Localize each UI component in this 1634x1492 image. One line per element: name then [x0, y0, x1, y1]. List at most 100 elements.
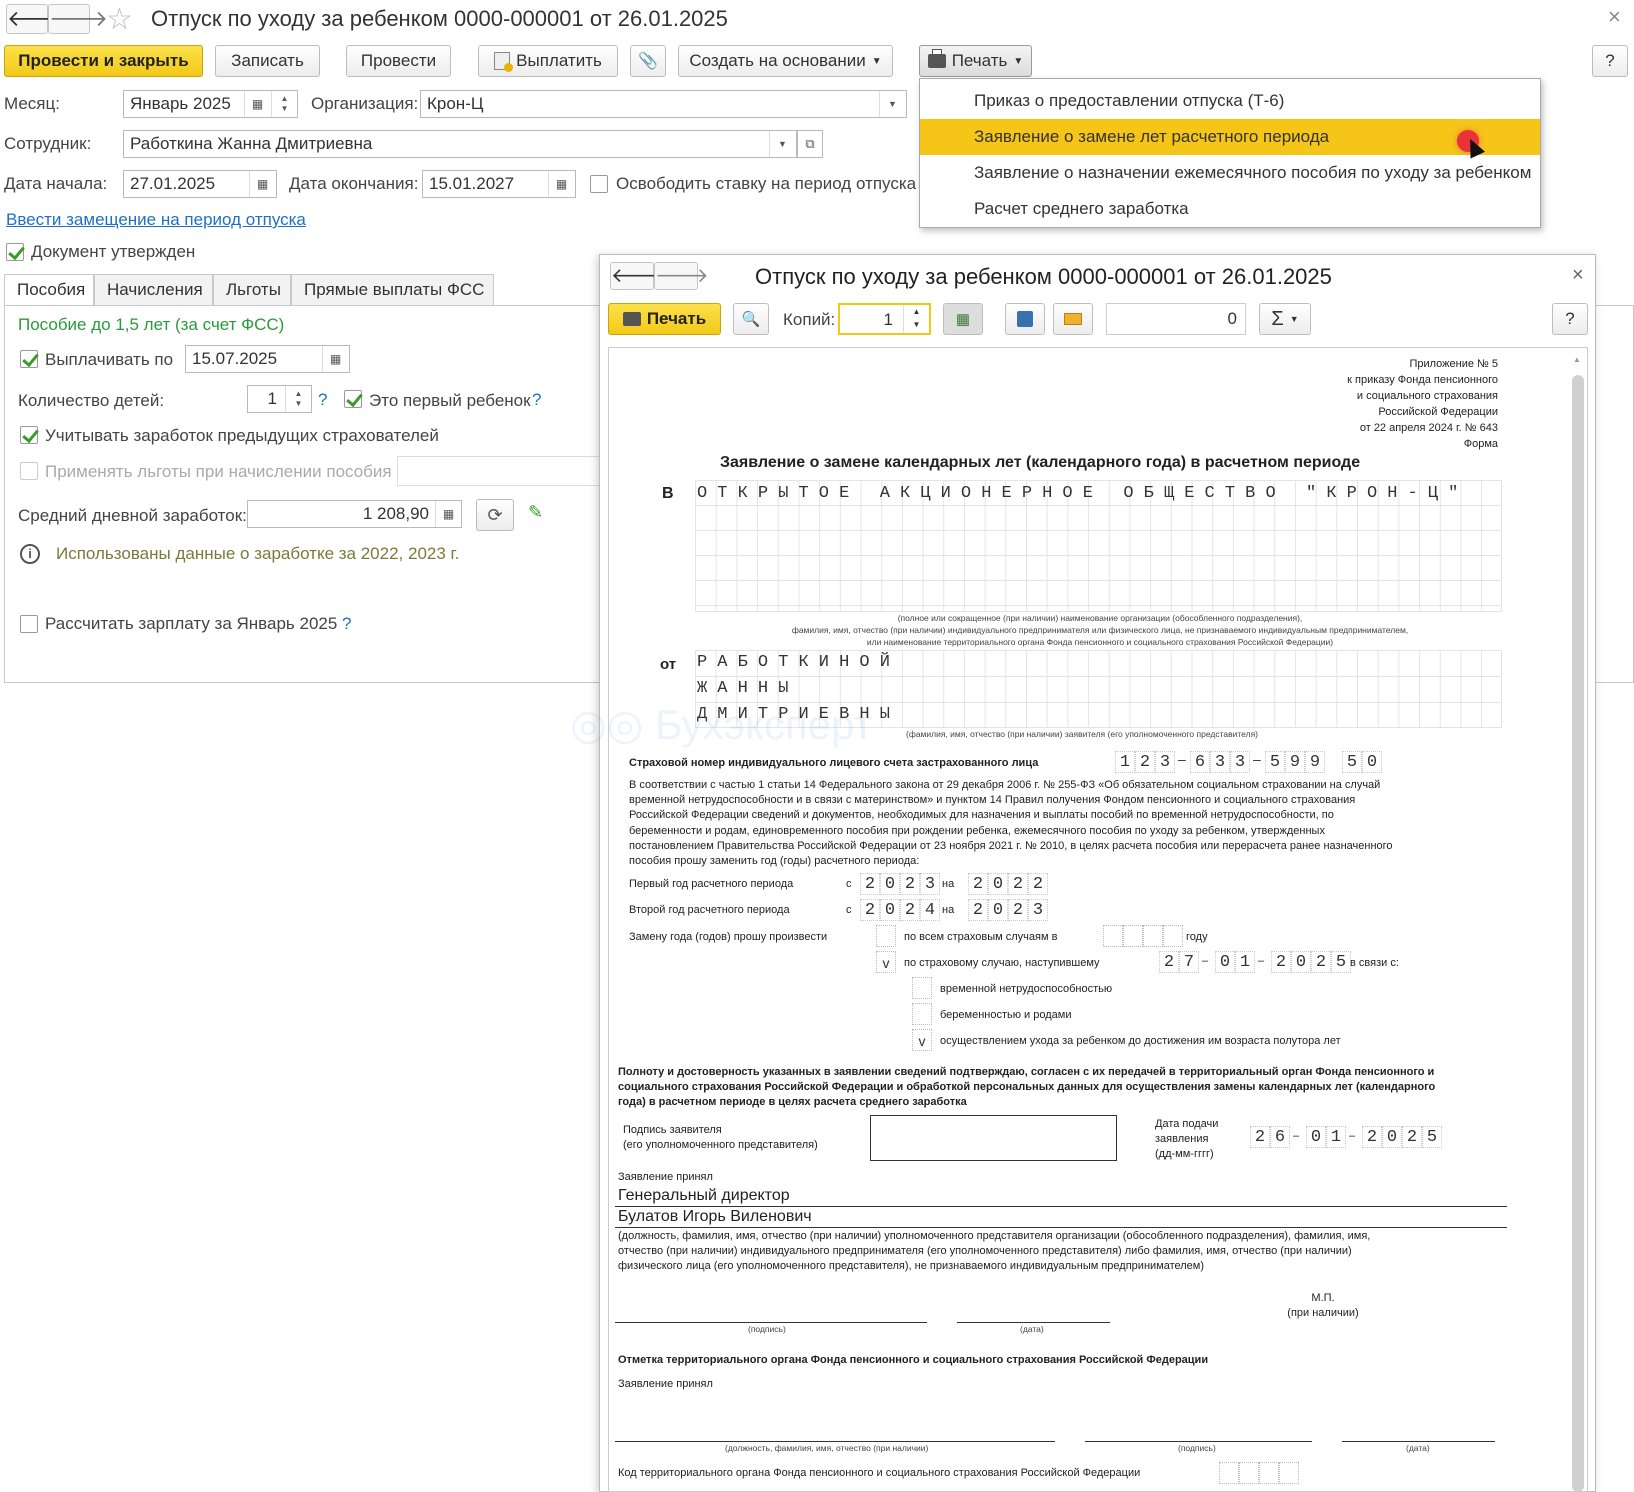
body-text: В соответствии с частью 1 статьи 14 Феде…	[629, 778, 1393, 869]
prev-employers-checkbox[interactable]	[20, 426, 38, 444]
year-digit: 2	[900, 873, 920, 895]
apply-benefits-checkbox[interactable]	[20, 462, 38, 480]
preview-help-button[interactable]: ?	[1552, 303, 1588, 335]
children-field[interactable]: 1 ▲ ▼	[247, 385, 312, 413]
preview-forward-button[interactable]: 🡒	[654, 262, 709, 290]
month-field[interactable]: Январь 2025 ▦ ▲ ▼	[123, 90, 298, 118]
children-value: 1	[267, 389, 277, 408]
chevron-down-icon[interactable]: ▼	[879, 91, 905, 117]
employee-field[interactable]: Работкина Жанна Дмитриевна ▼	[123, 130, 797, 158]
menu-item-avg-earnings[interactable]: Расчет среднего заработка	[920, 191, 1522, 227]
stepper-icon[interactable]: ▲ ▼	[271, 91, 297, 117]
end-date-field[interactable]: 15.01.2027 ▦	[422, 170, 576, 198]
stepper-icon[interactable]: ▲ ▼	[285, 386, 311, 412]
accepted-caption-line: отчество (при наличии) индивидуального п…	[618, 1245, 1352, 1257]
help-icon[interactable]: ?	[318, 390, 327, 410]
refresh-button[interactable]: ⟳	[476, 499, 514, 531]
approved-checkbox[interactable]	[6, 243, 24, 261]
post-and-close-button[interactable]: Провести и закрыть	[4, 45, 203, 77]
print-dropdown-menu: Приказ о предоставлении отпуска (Т-6) За…	[919, 78, 1541, 228]
body-line: Российской Федерации сведений и документ…	[629, 809, 1334, 822]
scroll-up-icon[interactable]: ▲	[1573, 355, 1581, 364]
first-to-prefix: на	[942, 878, 955, 890]
date-digit: 2	[1159, 951, 1179, 973]
pencil-icon[interactable]: ✎	[528, 502, 543, 523]
calendar-icon[interactable]: ▦	[548, 171, 574, 197]
pay-until-field[interactable]: 15.07.2025 ▦	[185, 345, 350, 373]
reason-1: временной нетрудоспособностью	[940, 983, 1113, 995]
employee-label: Сотрудник:	[4, 134, 92, 153]
menu-item-t6-order[interactable]: Приказ о предоставлении отпуска (Т-6)	[920, 83, 1522, 119]
snils-digit: 5	[1265, 751, 1285, 773]
avg-earnings-value: 1 208,90	[362, 504, 429, 523]
snils-dash: –	[1253, 751, 1261, 767]
benefits-field[interactable]	[397, 456, 607, 486]
create-based-on-button[interactable]: Создать на основании ▼	[678, 45, 893, 77]
calc-salary-checkbox[interactable]	[20, 615, 38, 633]
edit-mode-button[interactable]: ▦	[943, 303, 983, 335]
back-button[interactable]: 🡐	[6, 4, 66, 34]
tab-fss-payments[interactable]: Прямые выплаты ФСС	[291, 274, 494, 306]
help-icon[interactable]: ?	[532, 390, 541, 410]
menu-item-replace-years[interactable]: Заявление о замене лет расчетного период…	[920, 119, 1540, 155]
calendar-icon[interactable]: ▦	[244, 91, 270, 117]
send-email-button[interactable]	[1053, 303, 1093, 335]
save-button[interactable]: Записать	[215, 45, 320, 77]
snils-digit: 0	[1362, 751, 1382, 773]
start-date-field[interactable]: 27.01.2025 ▦	[123, 170, 277, 198]
avg-earnings-field[interactable]: 1 208,90 ▦	[247, 500, 462, 528]
tab-privileges[interactable]: Льготы	[213, 274, 291, 306]
first-child-checkbox[interactable]	[344, 390, 362, 408]
chevron-down-icon: ▼	[1289, 314, 1299, 324]
open-employee-button[interactable]: ⧉	[797, 130, 823, 158]
year-digit: 2	[968, 899, 988, 921]
all-cases-box	[876, 925, 896, 947]
document-scrollbar[interactable]	[1572, 375, 1584, 1492]
pay-button[interactable]: Выплатить	[478, 45, 618, 77]
close-window-icon[interactable]: ×	[1608, 4, 1621, 30]
free-rate-label: Освободить ставку на период отпуска	[616, 174, 917, 193]
sum-mode-button[interactable]: Σ ▼	[1259, 303, 1311, 335]
menu-item-monthly-benefit[interactable]: Заявление о назначении ежемесячного посо…	[920, 155, 1531, 191]
snils-digit: 2	[1135, 751, 1155, 773]
year-digit: 0	[880, 899, 900, 921]
preview-back-button[interactable]: 🡐	[610, 262, 665, 290]
end-date-label: Дата окончания:	[289, 174, 419, 193]
preview-zoom-button[interactable]: 🔍	[733, 303, 769, 335]
help-button[interactable]: ?	[1592, 45, 1628, 77]
from-line-2: ЖАННЫ	[697, 679, 799, 698]
preview-close-icon[interactable]: ×	[1572, 264, 1584, 287]
reason-3: осуществлением ухода за ребенком до дост…	[940, 1035, 1341, 1047]
sum-field[interactable]: 0	[1106, 303, 1246, 335]
copies-label: Копий:	[783, 310, 836, 329]
post-button[interactable]: Провести	[346, 45, 451, 77]
calendar-icon[interactable]: ▦	[249, 171, 275, 197]
attach-button[interactable]: 📎	[630, 45, 666, 77]
save-file-button[interactable]	[1005, 303, 1045, 335]
first-child-label: Это первый ребенок	[369, 391, 531, 410]
tab-accruals[interactable]: Начисления	[94, 274, 213, 306]
year-digit: 0	[988, 873, 1008, 895]
calculator-icon[interactable]: ▦	[435, 501, 461, 527]
substitution-link[interactable]: Ввести замещение на период отпуска	[6, 210, 306, 230]
copies-field[interactable]: 1 ▲ ▼	[838, 303, 931, 335]
stamp-line: М.П.	[1311, 1292, 1335, 1304]
organization-field[interactable]: Крон-Ц ▼	[420, 90, 907, 118]
print-button[interactable]: Печать ▼	[919, 45, 1032, 77]
favorite-star-icon[interactable]: ☆	[106, 2, 133, 37]
calendar-icon[interactable]: ▦	[322, 346, 348, 372]
preview-print-button[interactable]: Печать	[608, 303, 721, 335]
stepper-icon[interactable]: ▲ ▼	[903, 305, 929, 333]
floppy-icon	[1017, 311, 1033, 327]
start-date-value: 27.01.2025	[130, 174, 216, 193]
free-rate-checkbox[interactable]	[590, 175, 608, 193]
organization-label: Организация:	[311, 94, 419, 113]
forward-button[interactable]: 🡒	[48, 4, 108, 34]
pay-until-checkbox[interactable]	[20, 350, 38, 368]
create-based-label: Создать на основании	[689, 51, 866, 70]
help-icon[interactable]: ?	[342, 614, 351, 634]
accepted-caption-line: (должность, фамилия, имя, отчество (при …	[618, 1230, 1371, 1242]
tab-benefits[interactable]: Пособия	[4, 274, 94, 306]
chevron-down-icon[interactable]: ▼	[769, 131, 795, 157]
code-box	[1239, 1462, 1259, 1484]
